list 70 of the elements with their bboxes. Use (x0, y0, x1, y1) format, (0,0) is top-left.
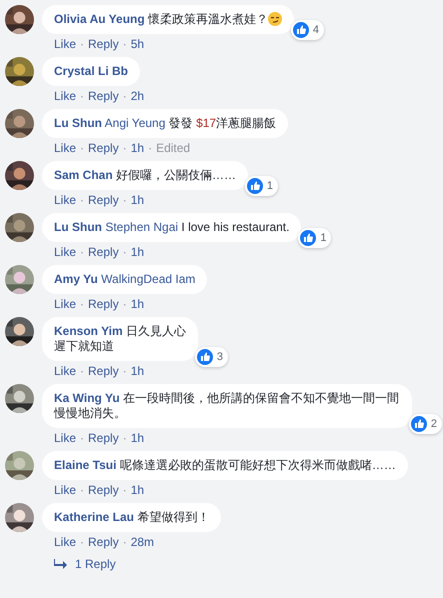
separator-dot: · (80, 535, 84, 549)
separator-dot: · (80, 193, 84, 207)
separator-dot: · (80, 364, 84, 378)
reply-arrow-icon (54, 558, 67, 570)
reaction-count[interactable]: 2 (408, 414, 442, 434)
like-link[interactable]: Like (54, 141, 76, 155)
thumbs-up-icon (292, 22, 309, 38)
thumbs-up-icon (300, 230, 316, 246)
comment-bubble: Lu Shun Angi Yeung 發發 $17洋蔥腿腸飯 (42, 109, 288, 138)
separator-dot: · (122, 483, 127, 497)
comment-bubble: Crystal Li Bb (42, 57, 140, 86)
separator-dot: · (122, 431, 127, 445)
separator-dot: · (122, 245, 127, 259)
timestamp[interactable]: 2h (130, 89, 144, 103)
separator-dot: · (80, 431, 84, 445)
like-link[interactable]: Like (54, 431, 76, 445)
comment-bubble: Amy Yu WalkingDead Iam (42, 265, 208, 294)
like-link[interactable]: Like (54, 89, 76, 103)
separator-dot: · (148, 141, 152, 155)
timestamp[interactable]: 1h (130, 431, 144, 445)
timestamp[interactable]: 1h (130, 141, 144, 155)
thumbs-up-icon (196, 349, 213, 365)
reply-link[interactable]: Reply (88, 245, 119, 259)
separator-dot: · (80, 37, 84, 51)
separator-dot: · (80, 297, 84, 311)
replies-link[interactable]: 1 Reply (75, 557, 116, 571)
reaction-count[interactable]: 3 (194, 347, 228, 367)
reply-link[interactable]: Reply (88, 483, 119, 497)
separator-dot: · (80, 141, 84, 155)
reaction-count[interactable]: 4 (290, 20, 324, 40)
like-link[interactable]: Like (54, 245, 76, 259)
timestamp[interactable]: 5h (130, 37, 144, 51)
separator-dot: · (122, 364, 127, 378)
separator-dot: · (122, 297, 127, 311)
timestamp[interactable]: 1h (130, 297, 144, 311)
reply-link[interactable]: Reply (88, 297, 119, 311)
timestamp[interactable]: 1h (130, 364, 144, 378)
timestamp[interactable]: 1h (130, 245, 144, 259)
reply-link[interactable]: Reply (88, 431, 119, 445)
like-link[interactable]: Like (54, 364, 76, 378)
thumbs-up-icon (410, 416, 427, 432)
like-link[interactable]: Like (54, 193, 76, 207)
reply-link[interactable]: Reply (88, 364, 119, 378)
timestamp[interactable]: 1h (130, 193, 144, 207)
separator-dot: · (80, 245, 84, 259)
separator-dot: · (122, 193, 127, 207)
separator-dot: · (122, 535, 127, 549)
separator-dot: · (122, 37, 127, 51)
like-link[interactable]: Like (54, 535, 76, 549)
reply-link[interactable]: Reply (88, 37, 119, 51)
separator-dot: · (122, 89, 127, 103)
timestamp[interactable]: 28m (130, 535, 154, 549)
like-link[interactable]: Like (54, 297, 76, 311)
comment-bubble: Katherine Lau 希望做得到！ (42, 503, 222, 532)
smirk-emoji-icon (268, 12, 282, 26)
thumbs-up-icon (246, 178, 263, 194)
timestamp[interactable]: 1h (130, 483, 144, 497)
reaction-count[interactable]: 1 (298, 228, 332, 248)
reply-link[interactable]: Reply (88, 141, 119, 155)
separator-dot: · (80, 483, 84, 497)
like-link[interactable]: Like (54, 483, 76, 497)
separator-dot: · (80, 89, 84, 103)
like-link[interactable]: Like (54, 37, 76, 51)
reply-link[interactable]: Reply (88, 535, 119, 549)
separator-dot: · (122, 141, 127, 155)
reply-link[interactable]: Reply (88, 89, 119, 103)
reaction-count[interactable]: 1 (244, 176, 278, 196)
comment-bubble: Elaine Tsui 呢條達選必敗的蛋散可能好想下次得米而做戲啫…… (42, 451, 408, 480)
edited-label: Edited (156, 141, 190, 155)
reply-link[interactable]: Reply (88, 193, 119, 207)
